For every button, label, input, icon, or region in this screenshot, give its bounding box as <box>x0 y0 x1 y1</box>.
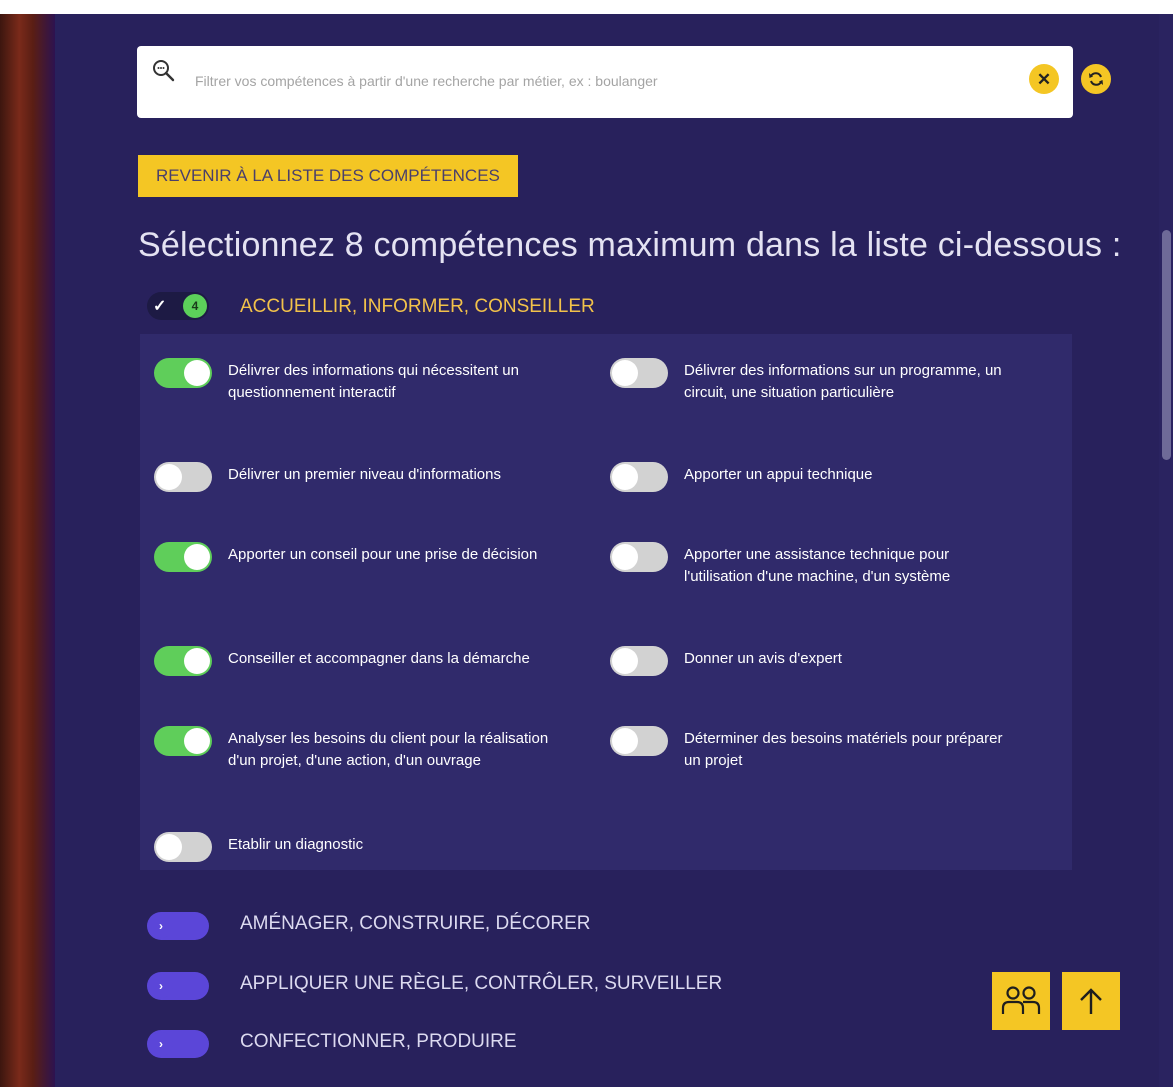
chevron-right-icon: › <box>149 974 173 998</box>
skill-label: Conseiller et accompagner dans la démarc… <box>228 650 530 667</box>
skill-toggle[interactable] <box>154 542 212 572</box>
back-to-skills-list-button[interactable]: REVENIR À LA LISTE DES COMPÉTENCES <box>138 155 518 197</box>
skills-list: Délivrer des informations qui nécessiten… <box>140 334 1072 870</box>
skill-label: Déterminer des besoins matériels pour pr… <box>684 730 1003 769</box>
selected-count-badge: 4 <box>183 294 207 318</box>
category-toggle[interactable]: › <box>147 972 209 1000</box>
skill-label: Apporter une assistance technique pour l… <box>684 546 951 585</box>
background-image-edge <box>0 0 55 1087</box>
skill-toggle[interactable] <box>610 358 668 388</box>
category-toggle[interactable]: › <box>147 1030 209 1058</box>
skill-toggle[interactable] <box>610 542 668 572</box>
skills-selection-panel: ✕ REVENIR À LA LISTE DES COMPÉTENCES Sél… <box>55 14 1159 1087</box>
skill-toggle[interactable] <box>154 462 212 492</box>
category-label[interactable]: APPLIQUER UNE RÈGLE, CONTRÔLER, SURVEILL… <box>240 973 722 995</box>
users-button[interactable] <box>992 972 1050 1030</box>
skill-toggle[interactable] <box>154 832 212 862</box>
category-label-accueillir[interactable]: ACCUEILLIR, INFORMER, CONSEILLER <box>240 296 595 318</box>
skill-label: Etablir un diagnostic <box>228 836 364 853</box>
skill-label: Donner un avis d'expert <box>684 650 842 667</box>
skill-toggle[interactable] <box>154 358 212 388</box>
skill-toggle[interactable] <box>154 726 212 756</box>
skill-toggle[interactable] <box>610 726 668 756</box>
skill-toggle[interactable] <box>610 646 668 676</box>
skill-label: Délivrer un premier niveau d'information… <box>228 466 501 483</box>
skill-label: Analyser les besoins du client pour la r… <box>228 730 549 769</box>
top-border <box>0 0 1173 14</box>
skill-label: Délivrer des informations qui nécessiten… <box>228 362 519 401</box>
search-bar <box>137 46 1073 118</box>
page-title: Sélectionnez 8 compétences maximum dans … <box>138 226 1122 264</box>
refresh-icon <box>1089 72 1103 86</box>
close-icon: ✕ <box>1036 69 1052 89</box>
clear-search-button[interactable]: ✕ <box>1029 64 1059 94</box>
arrow-up-icon <box>1080 988 1102 1014</box>
scrollbar-track[interactable] <box>1159 14 1173 1087</box>
category-label[interactable]: AMÉNAGER, CONSTRUIRE, DÉCORER <box>240 913 590 935</box>
category-toggle-accueillir[interactable]: ✓ 4 <box>147 292 209 320</box>
scrollbar-thumb[interactable] <box>1162 230 1171 460</box>
chevron-right-icon: › <box>149 914 173 938</box>
users-icon <box>1001 986 1041 1014</box>
skill-toggle[interactable] <box>154 646 212 676</box>
search-input[interactable] <box>193 66 997 96</box>
skill-toggle[interactable] <box>610 462 668 492</box>
category-label[interactable]: CONFECTIONNER, PRODUIRE <box>240 1031 517 1053</box>
check-icon: ✓ <box>153 298 167 315</box>
skill-label: Apporter un conseil pour une prise de dé… <box>228 546 538 563</box>
category-toggle[interactable]: › <box>147 912 209 940</box>
refresh-button[interactable] <box>1079 62 1113 96</box>
scroll-top-button[interactable] <box>1062 972 1120 1030</box>
skill-label: Apporter un appui technique <box>684 466 873 483</box>
search-icon <box>153 60 175 82</box>
chevron-right-icon: › <box>149 1032 173 1056</box>
skill-label: Délivrer des informations sur un program… <box>684 362 1002 401</box>
